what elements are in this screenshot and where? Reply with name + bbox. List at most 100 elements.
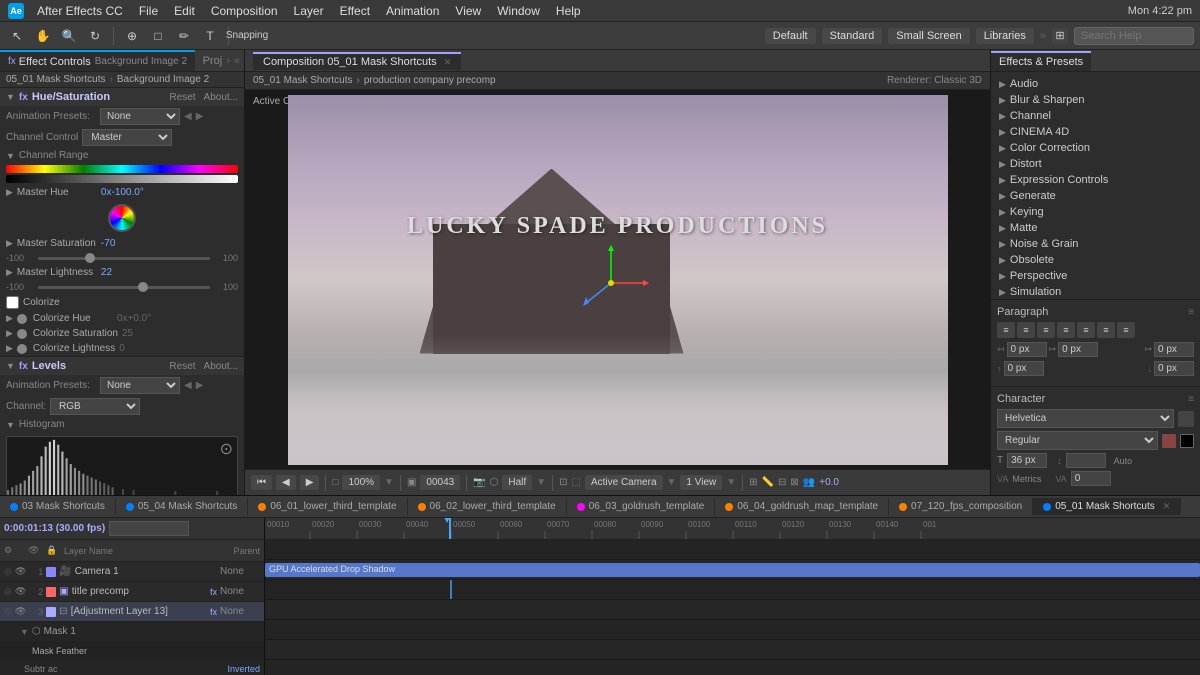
paragraph-menu[interactable]: ≡: [1188, 307, 1194, 318]
effect-blur-sharpen[interactable]: ▶ Blur & Sharpen: [991, 92, 1200, 108]
hand-tool[interactable]: ✋: [32, 25, 54, 47]
layer-row-2[interactable]: ◎ 👁 2 ▣ title precomp fx None: [0, 582, 264, 602]
panel-menu-btn[interactable]: Proj: [203, 55, 223, 67]
col-sat-tri[interactable]: ▶: [6, 328, 13, 339]
align-left-btn[interactable]: ≡: [997, 322, 1015, 338]
font-select[interactable]: Helvetica: [997, 409, 1174, 428]
indent-left-input[interactable]: [1007, 342, 1047, 357]
layer-mask-1[interactable]: ▼ ⬡ Mask 1: [0, 622, 264, 642]
master-light-thumb[interactable]: [138, 282, 148, 292]
levels-preset-prev[interactable]: ◀: [184, 380, 192, 391]
hs-preset-next[interactable]: ▶: [196, 111, 204, 122]
tab-effects-presets[interactable]: Effects & Presets: [991, 51, 1091, 71]
viewer-tab-close[interactable]: ✕: [444, 57, 452, 67]
effect-audio[interactable]: ▶ Audio: [991, 76, 1200, 92]
workspace-small-screen[interactable]: Small Screen: [888, 28, 969, 44]
levels-preset-next[interactable]: ▶: [196, 380, 204, 391]
current-time-display[interactable]: 0:00:01:13 (30.00 fps): [4, 523, 105, 534]
layer-solo-1[interactable]: ◎: [4, 566, 12, 577]
frame-display[interactable]: 00043: [420, 475, 460, 490]
hue-wheel[interactable]: [108, 204, 136, 232]
panel-expand-btn[interactable]: «: [234, 55, 240, 67]
layer-row-3[interactable]: ◎ 👁 3 ⊟ [Adjustment Layer 13] fx None: [0, 602, 264, 622]
hs-channel-select[interactable]: Master: [82, 129, 172, 146]
res-dropdown[interactable]: ▼: [536, 477, 546, 488]
leading-input[interactable]: [1066, 453, 1106, 468]
menu-view[interactable]: View: [448, 2, 488, 20]
space-after-input[interactable]: [1154, 361, 1194, 376]
timeline-tab-0[interactable]: 03 Mask Shortcuts: [0, 498, 116, 515]
playback-prev-btn[interactable]: ◀: [276, 475, 296, 490]
menu-aftereffects[interactable]: After Effects CC: [30, 2, 130, 20]
effect-color-correction[interactable]: ▶ Color Correction: [991, 140, 1200, 156]
align-right-btn[interactable]: ≡: [1037, 322, 1055, 338]
hs-collapse-btn[interactable]: ▼: [6, 92, 15, 102]
levels-reset-btn[interactable]: Reset: [169, 361, 195, 372]
menu-animation[interactable]: Animation: [379, 2, 446, 20]
play-btn[interactable]: ▶: [300, 475, 320, 490]
layer-solo-2[interactable]: ◎: [4, 586, 12, 597]
layer-parent-1[interactable]: None: [220, 566, 260, 577]
zoom-dropdown[interactable]: ▼: [384, 477, 394, 488]
hs-preset-select[interactable]: None: [100, 108, 180, 125]
levels-channel-select[interactable]: RGB: [50, 398, 140, 415]
shape-tool[interactable]: □: [147, 25, 169, 47]
help-search[interactable]: [1074, 27, 1194, 45]
hs-reset-btn[interactable]: Reset: [169, 92, 195, 103]
font-options-btn[interactable]: [1178, 411, 1194, 427]
master-light-track[interactable]: [38, 286, 210, 289]
effect-generate[interactable]: ▶ Generate: [991, 188, 1200, 204]
viewer-tab-comp[interactable]: Composition 05_01 Mask Shortcuts ✕: [253, 52, 461, 70]
align-justify-center-btn[interactable]: ≡: [1077, 322, 1095, 338]
menu-window[interactable]: Window: [490, 2, 547, 20]
zoom-tool[interactable]: 🔍: [58, 25, 80, 47]
timeline-tab-2[interactable]: 06_01_lower_third_template: [248, 498, 407, 515]
align-justify-all-btn[interactable]: ≡: [1117, 322, 1135, 338]
timeline-tab-1[interactable]: 05_04 Mask Shortcuts: [116, 498, 249, 515]
layer-parent-2[interactable]: None: [220, 586, 260, 597]
playback-start-btn[interactable]: ⏮: [251, 475, 272, 490]
anchor-point-tool[interactable]: ⊕: [121, 25, 143, 47]
indent-first-input[interactable]: [1058, 342, 1098, 357]
layer-eye-1[interactable]: 👁: [15, 566, 26, 577]
hs-about-btn[interactable]: About...: [204, 92, 238, 103]
col-light-tri[interactable]: ▶: [6, 343, 13, 354]
font-size-input[interactable]: [1007, 453, 1047, 468]
text-color-swatch[interactable]: [1162, 434, 1176, 448]
effect-expression[interactable]: ▶ Expression Controls: [991, 172, 1200, 188]
tab-effect-controls[interactable]: fx Effect Controls Background Image 2: [0, 50, 195, 71]
text-tool[interactable]: T: [199, 25, 221, 47]
layer-eye-2[interactable]: 👁: [15, 586, 26, 597]
menu-edit[interactable]: Edit: [167, 2, 202, 20]
mask-triangle[interactable]: ▼: [20, 627, 29, 637]
timeline-tab-3[interactable]: 06_02_lower_third_template: [408, 498, 567, 515]
levels-about-btn[interactable]: About...: [204, 361, 238, 372]
effect-matte[interactable]: ▶ Matte: [991, 220, 1200, 236]
colorize-checkbox[interactable]: [6, 296, 19, 309]
workspace-default[interactable]: Default: [765, 28, 816, 44]
pen-tool[interactable]: ✏: [173, 25, 195, 47]
space-before-input[interactable]: [1004, 361, 1044, 376]
timeline-tab-4[interactable]: 06_03_goldrush_template: [567, 498, 716, 515]
resolution-btn[interactable]: Half: [502, 475, 532, 490]
layout-options[interactable]: ⊞: [1052, 28, 1068, 44]
menu-file[interactable]: File: [132, 2, 165, 20]
layer-fx-3[interactable]: fx: [210, 607, 217, 617]
layer-fx-2[interactable]: fx: [210, 587, 217, 597]
master-light-value[interactable]: 22: [101, 267, 112, 278]
layer-parent-3[interactable]: None: [220, 606, 260, 617]
tracking-input[interactable]: [1071, 471, 1111, 486]
workspace-standard[interactable]: Standard: [822, 28, 883, 44]
histogram-menu-icon[interactable]: ⊙: [220, 439, 233, 459]
effect-keying[interactable]: ▶ Keying: [991, 204, 1200, 220]
effect-noise-grain[interactable]: ▶ Noise & Grain: [991, 236, 1200, 252]
timeline-tab-7[interactable]: 05_01 Mask Shortcuts ✕: [1033, 498, 1181, 515]
workspace-libraries[interactable]: Libraries: [976, 28, 1034, 44]
hs-preset-prev[interactable]: ◀: [184, 111, 192, 122]
rotation-tool[interactable]: ↻: [84, 25, 106, 47]
hs-channel-range-header[interactable]: ▼ Channel Range: [0, 148, 244, 163]
views-btn[interactable]: 1 View: [680, 475, 722, 490]
selection-tool[interactable]: ↖: [6, 25, 28, 47]
align-justify-right-btn[interactable]: ≡: [1097, 322, 1115, 338]
timeline-tab-close[interactable]: ✕: [1163, 501, 1171, 512]
